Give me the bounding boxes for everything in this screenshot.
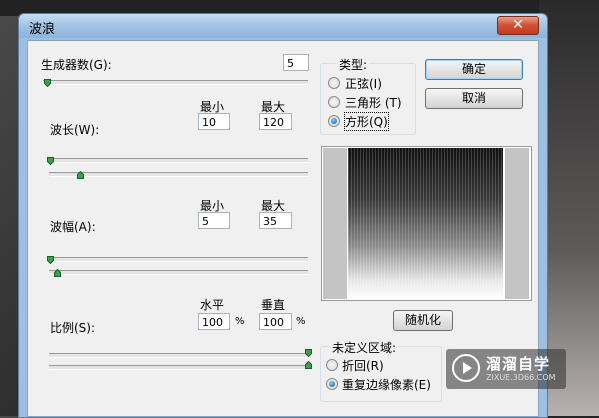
wavelength-label: 波长(W):	[50, 123, 100, 137]
window-title: 波浪	[29, 22, 56, 37]
preview-right-margin	[505, 148, 529, 299]
undefined-area-group-title: 未定义区域:	[330, 339, 399, 356]
radio-repeat-edge-label[interactable]: 重复边缘像素(E)	[342, 376, 431, 393]
close-icon: ✕	[512, 17, 524, 33]
randomize-button[interactable]: 随机化	[393, 310, 453, 331]
scale-horizontal-slider-track[interactable]	[49, 353, 308, 358]
amplitude-min-slider-thumb[interactable]	[47, 256, 54, 264]
radio-square-label[interactable]: 方形(Q)	[344, 112, 389, 131]
slider-thumb-icon	[44, 79, 51, 87]
wavelength-max-slider-track[interactable]	[49, 172, 308, 177]
wavelength-max-input[interactable]: 120	[259, 113, 292, 130]
preview-image	[348, 148, 503, 299]
preview-left-margin	[323, 148, 347, 299]
title-bar: 波浪 ✕	[19, 14, 547, 38]
amplitude-min-slider-track[interactable]	[49, 257, 308, 262]
scale-horizontal-slider-thumb[interactable]	[305, 349, 312, 357]
radio-wrap-around[interactable]	[326, 359, 338, 371]
generators-input[interactable]: 5	[283, 54, 309, 71]
radio-sine-label[interactable]: 正弦(I)	[345, 75, 382, 92]
radio-triangle-label[interactable]: 三角形 (T)	[345, 94, 402, 111]
wavelength-min-input[interactable]: 10	[198, 113, 230, 130]
wavelength-min-slider-track[interactable]	[49, 158, 308, 163]
close-button[interactable]: ✕	[497, 16, 539, 35]
amplitude-max-slider-thumb[interactable]	[54, 269, 61, 277]
radio-triangle[interactable]	[328, 96, 340, 108]
wavelength-max-slider-thumb[interactable]	[77, 171, 84, 179]
wavelength-min-slider-thumb[interactable]	[47, 157, 54, 165]
scale-horizontal-input[interactable]: 100	[198, 313, 230, 330]
wave-preview	[321, 146, 532, 301]
generators-slider-track[interactable]	[43, 80, 308, 85]
watermark-name: 溜溜自学	[486, 355, 551, 373]
scale-horizontal-percent: %	[235, 316, 245, 327]
watermark-url: ZIXUE.3D66.COM	[486, 373, 556, 382]
type-group-title: 类型:	[337, 56, 370, 73]
amplitude-label: 波幅(A):	[50, 220, 96, 234]
ok-button[interactable]: 确定	[425, 59, 523, 80]
radio-sine[interactable]	[328, 77, 340, 89]
generators-slider-thumb[interactable]	[44, 79, 51, 87]
amplitude-max-slider-track[interactable]	[49, 270, 308, 275]
scale-vertical-percent: %	[296, 316, 306, 327]
radio-square[interactable]	[328, 115, 340, 127]
generators-label: 生成器数(G):	[41, 58, 112, 72]
amplitude-min-input[interactable]: 5	[198, 212, 230, 229]
cancel-button[interactable]: 取消	[425, 88, 523, 109]
radio-repeat-edge[interactable]	[326, 378, 338, 390]
scale-vertical-label: 垂直	[261, 298, 286, 312]
scale-vertical-slider-track[interactable]	[49, 365, 308, 370]
scale-vertical-input[interactable]: 100	[259, 313, 292, 330]
radio-wrap-around-label[interactable]: 折回(R)	[342, 357, 384, 374]
scale-vertical-slider-thumb[interactable]	[305, 361, 312, 369]
watermark: 溜溜自学 ZIXUE.3D66.COM	[446, 349, 566, 389]
amplitude-max-input[interactable]: 35	[259, 212, 292, 229]
scale-horizontal-label: 水平	[200, 298, 225, 312]
scale-label: 比例(S):	[50, 321, 96, 335]
play-logo-icon	[452, 354, 480, 382]
